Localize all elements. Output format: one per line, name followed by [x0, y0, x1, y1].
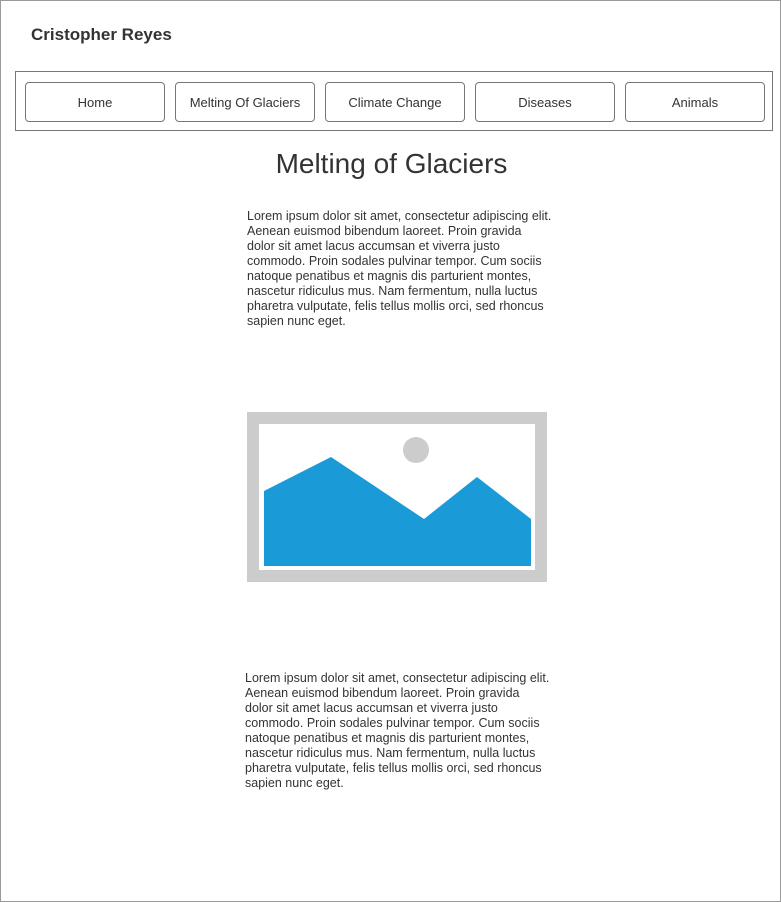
nav-melting-of-glaciers-button[interactable]: Melting Of Glaciers — [175, 82, 315, 122]
sun-icon — [403, 437, 429, 463]
nav-climate-change-button[interactable]: Climate Change — [325, 82, 465, 122]
nav-diseases-button[interactable]: Diseases — [475, 82, 615, 122]
intro-paragraph: Lorem ipsum dolor sit amet, consectetur … — [247, 209, 552, 328]
nav-melting-of-glaciers-label: Melting Of Glaciers — [189, 94, 301, 110]
nav-animals-button[interactable]: Animals — [625, 82, 765, 122]
body-paragraph: Lorem ipsum dolor sit amet, consectetur … — [245, 671, 550, 790]
nav-home-label: Home — [77, 94, 113, 110]
image-placeholder-svg — [247, 412, 547, 582]
nav-animals-label: Animals — [671, 94, 719, 110]
page-frame: Cristopher Reyes Home Melting Of Glacier… — [0, 0, 781, 902]
nav-diseases-label: Diseases — [518, 94, 572, 110]
page-heading: Melting of Glaciers — [275, 148, 508, 179]
nav-bar: Home Melting Of Glaciers Climate Change … — [15, 71, 773, 131]
image-placeholder-icon — [247, 412, 547, 582]
nav-home-button[interactable]: Home — [25, 82, 165, 122]
site-title: Cristopher Reyes — [31, 25, 172, 44]
nav-climate-change-label: Climate Change — [348, 94, 442, 110]
